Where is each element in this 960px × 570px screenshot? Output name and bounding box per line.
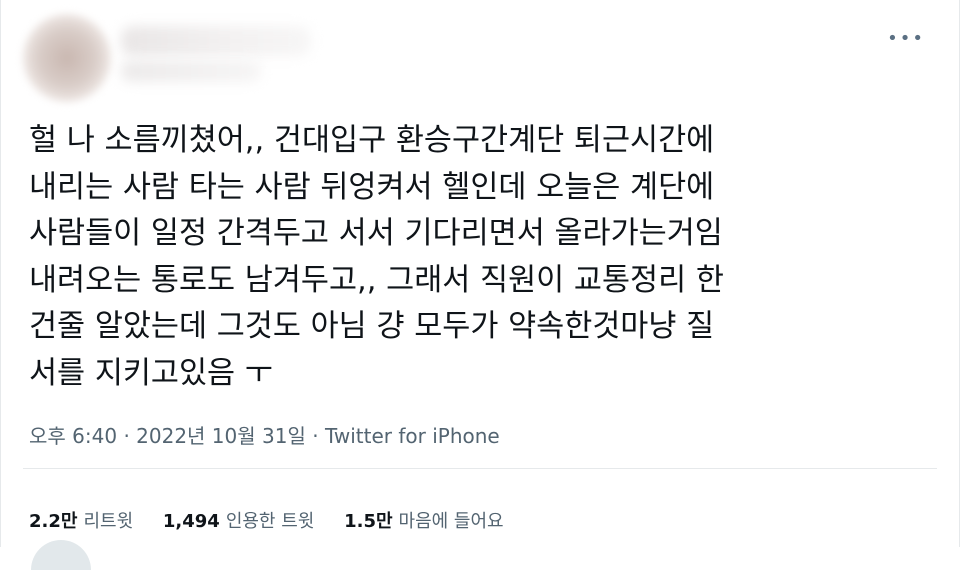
quotes-label: 인용한 트윗 xyxy=(225,511,315,532)
retweets-label: 리트윗 xyxy=(83,511,134,532)
tweet-card: ••• 헐 나 소름끼쳤어,, 건대입구 환승구간계단 퇴근시간에 내리는 사람… xyxy=(0,0,960,570)
tweet-meta: 오후 6:40 · 2022년 10월 31일 · Twitter for iP… xyxy=(29,420,500,449)
meta-separator: · xyxy=(123,424,130,448)
tweet-text: 헐 나 소름끼쳤어,, 건대입구 환승구간계단 퇴근시간에 내리는 사람 타는 … xyxy=(29,118,929,397)
retweets-count: 2.2만 xyxy=(29,511,78,532)
likes-count: 1.5만 xyxy=(344,511,393,532)
more-horizontal-icon[interactable]: ••• xyxy=(887,30,925,48)
tweet-text-line: 내려오는 통로도 남겨두고,, 그래서 직원이 교통정리 한 xyxy=(29,262,724,298)
retweets-stat[interactable]: 2.2만 리트윗 xyxy=(29,507,133,533)
likes-label: 마음에 들어요 xyxy=(398,511,504,532)
quotes-count: 1,494 xyxy=(162,511,220,532)
reply-avatar xyxy=(31,540,91,570)
meta-separator: · xyxy=(312,424,319,448)
display-name-blurred[interactable] xyxy=(121,26,311,56)
tweet-source[interactable]: Twitter for iPhone xyxy=(325,424,500,448)
handle-blurred[interactable] xyxy=(121,60,261,82)
tweet-time[interactable]: 오후 6:40 xyxy=(29,424,117,448)
tweet-text-line: 사람들이 일정 간격두고 서서 기다리면서 올라가는거임 xyxy=(29,216,723,251)
quote-tweets-stat[interactable]: 1,494 인용한 트윗 xyxy=(163,507,314,533)
tweet-text-line: 내리는 사람 타는 사람 뒤엉켜서 헬인데 오늘은 계단에 xyxy=(29,169,715,205)
tweet-text-line: 헐 나 소름끼쳤어,, 건대입구 환승구간계단 퇴근시간에 xyxy=(29,123,715,158)
tweet-text-line: 건줄 알았는데 그것도 아님 걍 모두가 약속한것마냥 질 xyxy=(29,309,715,344)
tweet-text-line: 서를 지키고있음 ㅜ xyxy=(29,355,273,391)
tweet-date[interactable]: 2022년 10월 31일 xyxy=(136,424,306,448)
likes-stat[interactable]: 1.5만 마음에 들어요 xyxy=(344,507,504,533)
avatar[interactable] xyxy=(23,14,111,102)
divider xyxy=(23,468,937,469)
tweet-stats: 2.2만 리트윗 1,494 인용한 트윗 1.5만 마음에 들어요 xyxy=(29,507,528,533)
